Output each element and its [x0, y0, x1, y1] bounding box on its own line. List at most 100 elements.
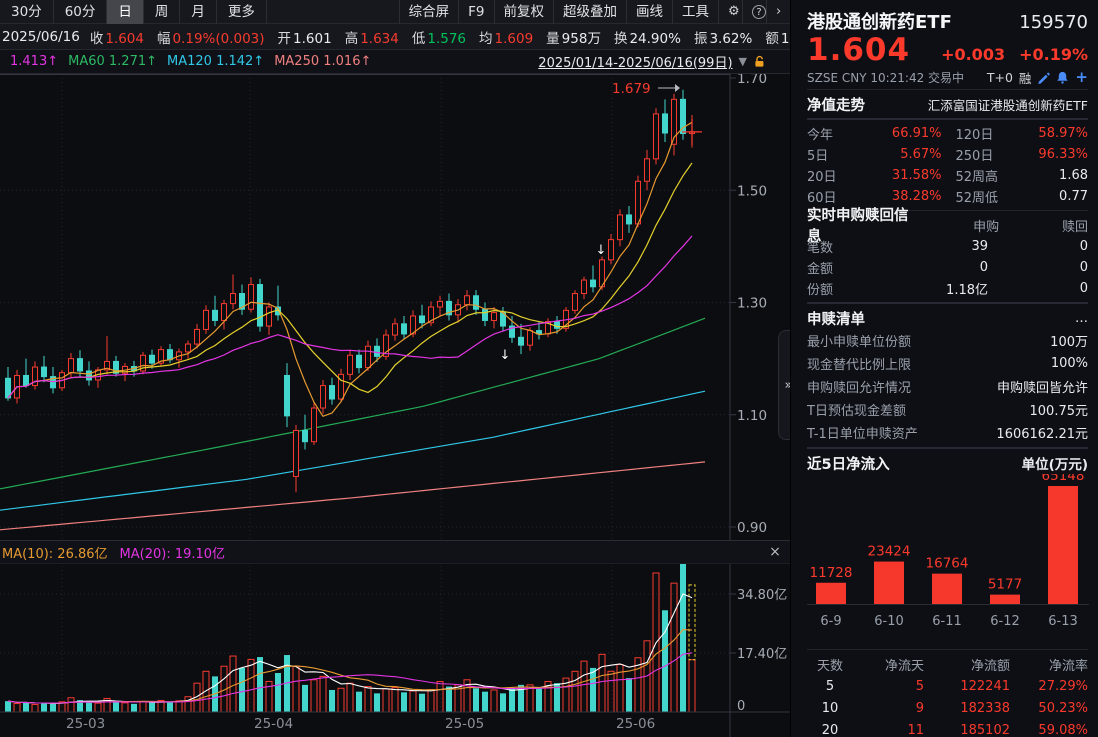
nav-label: 52周高 [942, 166, 1004, 185]
volume-bar [176, 701, 182, 712]
redemption-list-rows: 最小申赎单位份额100万现金替代比例上限100%申购赎回允许情况申购赎回皆允许T… [807, 329, 1088, 444]
flow-bar-value: 23424 [868, 544, 911, 560]
ma-line-MA120 [0, 391, 705, 510]
quote-量: 量958万 [546, 27, 601, 47]
candle-body [654, 114, 659, 159]
help-icon[interactable]: ? [742, 0, 766, 24]
chevron-right-icon[interactable]: › [766, 0, 790, 24]
volume-bar-today [689, 660, 695, 712]
candle-body [483, 309, 488, 320]
tab-月[interactable]: 月 [180, 0, 217, 24]
volume-indicator-bar: MA(10): 26.86亿MA(20): 19.10亿 × [0, 540, 790, 564]
close-icon[interactable]: × [766, 544, 784, 561]
settings-gear-icon[interactable]: ⚙ [718, 0, 742, 24]
event-marker-icon: ↓ [596, 243, 607, 258]
candle-body [285, 375, 290, 415]
volume-bar [122, 703, 128, 712]
price-axis-label: 1.10 [737, 408, 767, 424]
menu-F9[interactable]: F9 [458, 0, 493, 24]
unlock-icon[interactable] [753, 55, 766, 68]
nav-section-title: 净值走势 [807, 94, 865, 115]
nav-label: 120日 [942, 124, 1004, 143]
candle-body [213, 310, 218, 320]
table-cell: 11 [853, 723, 924, 737]
volume-bar [662, 610, 668, 712]
menu-综合屏[interactable]: 综合屏 [399, 0, 459, 24]
volume-bar [347, 683, 353, 712]
table-row: 201118510259.08% [807, 719, 1088, 737]
candle-body [267, 307, 272, 326]
candle-body [249, 285, 254, 310]
quote-收: 收1.604 [90, 27, 144, 47]
volume-bar [248, 659, 254, 712]
volume-bar [149, 702, 155, 712]
date-range-link[interactable]: 2025/01/14-2025/06/16(99日) [538, 52, 732, 71]
list-label: 现金替代比例上限 [807, 354, 911, 373]
more-ellipsis[interactable]: … [1075, 311, 1088, 326]
candle-body [555, 322, 560, 329]
chevron-down-icon[interactable]: ▼ [739, 55, 747, 68]
volume-bar [293, 666, 299, 712]
vol-ma-5 [8, 594, 692, 704]
rt-label: 份额 [807, 279, 888, 298]
volume-bar [536, 688, 542, 712]
nav-value: 38.28% [857, 189, 942, 204]
realtime-row: 金额00 [807, 257, 1088, 278]
chart-window: 30分60分日周月更多 综合屏F9前复权超级叠加画线工具 ⚙ ? › 2025/… [0, 0, 790, 737]
candle-body [375, 346, 380, 356]
tab-30分[interactable]: 30分 [0, 0, 54, 24]
menu-工具[interactable]: 工具 [672, 0, 718, 24]
margin-badge: 融 [1019, 68, 1032, 87]
menu-前复权[interactable]: 前复权 [494, 0, 554, 24]
list-row: T-1日单位申赎资产1606162.21元 [807, 421, 1088, 444]
edit-pencil-icon[interactable] [1037, 71, 1050, 84]
menu-画线[interactable]: 画线 [626, 0, 672, 24]
list-value: 100万 [1050, 331, 1088, 350]
tab-周[interactable]: 周 [144, 0, 181, 24]
volume-bar [401, 692, 407, 712]
stock-code: 159570 [1019, 12, 1088, 33]
candle-body [168, 350, 173, 360]
flow-bar-value: 65148 [1042, 474, 1085, 484]
rt-redeem-value: 0 [988, 281, 1088, 296]
volume-bar [500, 693, 506, 712]
volume-bar [41, 703, 47, 712]
tab-更多[interactable]: 更多 [217, 0, 267, 24]
volume-bar [392, 688, 398, 712]
nav-row: 5日5.67%250日96.33% [807, 144, 1088, 165]
candle-body [663, 114, 668, 133]
table-cell: 59.08% [1010, 723, 1088, 737]
candle-body [465, 296, 470, 305]
list-row: 现金替代比例上限100% [807, 352, 1088, 375]
candle-body [321, 386, 326, 408]
quote-items: 收1.604幅0.19%(0.003)开1.601高1.634低1.576均1.… [90, 27, 846, 47]
list-row: T日预估现金差额100.75元 [807, 398, 1088, 421]
tab-日[interactable]: 日 [107, 0, 144, 24]
candle-body [330, 386, 335, 399]
list-row: 申购赎回允许情况申购赎回皆允许 [807, 375, 1088, 398]
volume-bar [32, 705, 38, 712]
menu-buttons: 综合屏F9前复权超级叠加画线工具 [399, 0, 718, 24]
menu-超级叠加[interactable]: 超级叠加 [553, 0, 626, 24]
flow-bar-date: 6-13 [1048, 614, 1078, 629]
candle-body [303, 430, 308, 441]
ma-legend-MA250: MA250 1.016↑ [274, 54, 371, 69]
nav-value: 96.33% [1004, 147, 1089, 162]
candlestick-chart[interactable]: ↓↓1.6791.701.501.301.100.9034.80亿17.40亿0… [0, 74, 790, 737]
volume-bar [599, 654, 605, 712]
tab-60分[interactable]: 60分 [54, 0, 108, 24]
add-plus-icon[interactable]: + [1075, 68, 1088, 86]
volume-ma-labels: MA(10): 26.86亿MA(20): 19.10亿 [0, 543, 235, 562]
col-subscribe: 申购 [910, 216, 999, 235]
volume-bar [419, 694, 425, 712]
high-price-annotation: 1.679 [612, 81, 651, 97]
flow-bar-value: 16764 [926, 556, 969, 572]
candle-body [636, 181, 641, 224]
rt-redeem-value: 0 [988, 239, 1088, 254]
volume-bar [23, 703, 29, 712]
table-cell: 20 [807, 723, 853, 737]
table-cell: 185102 [924, 723, 1010, 737]
net-flow-table: 天数净流天净流额净流率 5512224127.29%10918233850.23… [807, 653, 1088, 737]
alert-bell-icon[interactable] [1056, 71, 1069, 84]
x-axis-month-label: 25-06 [616, 716, 655, 732]
